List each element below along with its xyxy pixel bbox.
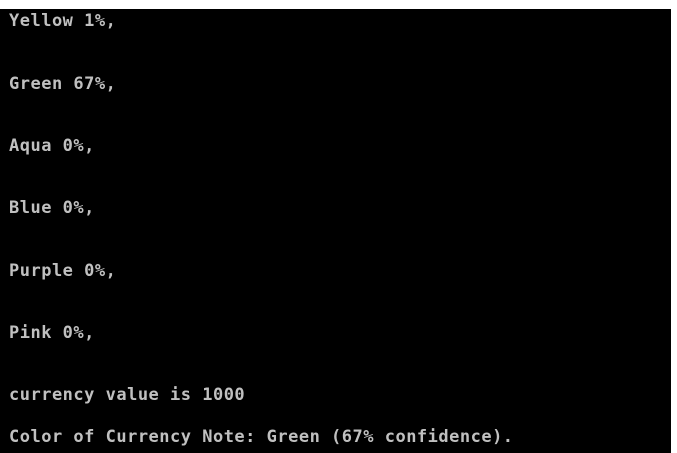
currency-value-line: currency value is 1000 xyxy=(9,385,246,405)
color-purple-line: Purple 0%, xyxy=(9,261,117,281)
currency-color-result-line: Color of Currency Note: Green (67% confi… xyxy=(9,427,514,447)
color-aqua-line: Aqua 0%, xyxy=(9,136,95,156)
color-green-line: Green 67%, xyxy=(9,74,117,94)
color-yellow-line: Yellow 1%, xyxy=(9,11,117,31)
color-pink-line: Pink 0%, xyxy=(9,323,95,343)
console-window[interactable]: Yellow 1%, Green 67%, Aqua 0%, Blue 0%, … xyxy=(0,9,671,453)
color-blue-line: Blue 0%, xyxy=(9,198,95,218)
